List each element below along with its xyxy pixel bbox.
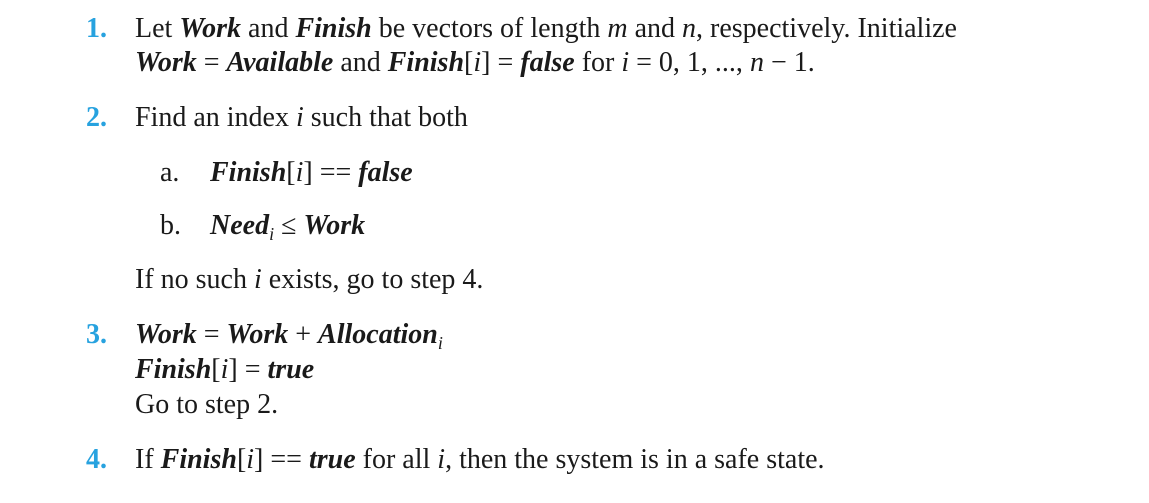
emphasis-term: i bbox=[621, 47, 630, 78]
text-segment: ] == bbox=[254, 444, 309, 475]
step-number: 3. bbox=[86, 319, 107, 350]
text-segment: Find an index bbox=[135, 102, 296, 133]
emphasis-term: Finish bbox=[387, 47, 465, 78]
emphasis-term: Work bbox=[135, 319, 197, 350]
text-segment: If no such bbox=[135, 264, 254, 295]
text-segment: be vectors of length bbox=[371, 13, 608, 44]
emphasis-term: Work bbox=[135, 47, 197, 78]
text-segment: = 0, 1, ..., bbox=[629, 47, 750, 78]
text-segment: Go to step 2. bbox=[135, 389, 279, 420]
emphasis-term: Finish bbox=[210, 157, 287, 188]
text-line: If Finish[i] == true for all i, then the… bbox=[135, 443, 825, 477]
text-segment: Let bbox=[135, 13, 180, 44]
text-line: Finish[i] = true bbox=[135, 353, 314, 387]
text-segment: for all bbox=[355, 444, 438, 475]
text-segment: ≤ bbox=[274, 210, 304, 241]
text-line: If no such i exists, go to step 4. bbox=[135, 263, 483, 297]
text-segment: exists, go to step 4. bbox=[261, 264, 484, 295]
text-segment: for bbox=[574, 47, 622, 78]
emphasis-term: true bbox=[308, 444, 356, 475]
emphasis-term: Finish bbox=[160, 444, 237, 475]
emphasis-term: Need bbox=[210, 210, 270, 241]
text-segment: = bbox=[196, 319, 227, 350]
text-segment: + bbox=[288, 319, 319, 350]
text-segment: and bbox=[627, 13, 683, 44]
text-segment: − 1. bbox=[763, 47, 815, 78]
emphasis-term: i bbox=[296, 102, 304, 133]
text-segment: [ bbox=[286, 157, 296, 188]
text-line: Work = Available and Finish[i] = false f… bbox=[135, 46, 815, 80]
emphasis-term: i bbox=[246, 444, 255, 475]
text-segment: such that both bbox=[303, 102, 468, 133]
emphasis-term: n bbox=[682, 13, 697, 44]
text-segment: [ bbox=[464, 47, 474, 78]
sub-item-letter: b. bbox=[160, 210, 181, 241]
emphasis-term: Allocation bbox=[318, 319, 438, 350]
emphasis-term: true bbox=[267, 354, 315, 385]
emphasis-term: Finish bbox=[295, 13, 372, 44]
text-segment: ] == bbox=[303, 157, 359, 188]
text-segment: = bbox=[196, 47, 227, 78]
text-line: Find an index i such that both bbox=[135, 101, 468, 135]
text-segment: and bbox=[333, 47, 388, 78]
step-number: 1. bbox=[86, 13, 107, 44]
text-line: Finish[i] == false bbox=[210, 156, 413, 190]
text-line: Let Work and Finish be vectors of length… bbox=[135, 12, 957, 46]
step-number: 4. bbox=[86, 444, 107, 475]
text-segment: [ bbox=[236, 444, 247, 475]
subscript: i bbox=[437, 333, 443, 353]
emphasis-term: Work bbox=[179, 13, 242, 44]
emphasis-term: false bbox=[520, 47, 575, 78]
emphasis-term: Finish bbox=[135, 354, 212, 385]
sub-item-letter: a. bbox=[160, 157, 180, 188]
text-segment: ] = bbox=[228, 354, 268, 385]
emphasis-term: n bbox=[749, 47, 764, 78]
emphasis-term: Work bbox=[226, 319, 289, 350]
emphasis-term: m bbox=[607, 13, 628, 44]
text-line: Needi ≤ Work bbox=[210, 209, 365, 251]
text-segment: [ bbox=[211, 354, 221, 385]
step-number: 2. bbox=[86, 102, 107, 133]
text-segment: , respectively. Initialize bbox=[696, 13, 957, 44]
text-segment: If bbox=[135, 444, 161, 475]
text-segment: , then the system is in a safe state. bbox=[445, 444, 825, 475]
emphasis-term: Available bbox=[226, 47, 334, 78]
text-line: Go to step 2. bbox=[135, 388, 278, 422]
text-segment: and bbox=[241, 13, 296, 44]
text-segment: ] = bbox=[481, 47, 521, 78]
emphasis-term: Work bbox=[303, 210, 366, 241]
emphasis-term: i bbox=[437, 444, 446, 475]
emphasis-term: i bbox=[253, 264, 262, 295]
emphasis-term: i bbox=[473, 47, 482, 78]
emphasis-term: false bbox=[358, 157, 413, 188]
